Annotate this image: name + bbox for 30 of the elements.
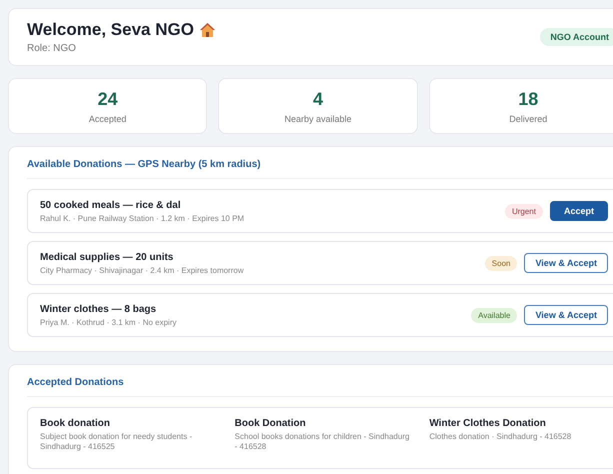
donation-description: Subject book donation for needy students - Sindhadurg - 416525 — [40, 432, 194, 452]
donation-description: Clothes donation · Sindhadurg - 416528 — [429, 432, 572, 442]
section-title: Available Donations — GPS Nearby (5 km radius) — [27, 159, 613, 179]
stat-label: Nearby available — [284, 114, 352, 124]
stat-value: 4 — [312, 88, 323, 110]
donation-description: School books donations for children - Sindhadurg - 416528 — [234, 432, 410, 452]
donation-details: Priya M. · Kothrud · 3.1 km · No expiry — [40, 318, 176, 326]
donation-details: Rahul K. · Pune Railway Station · 1.2 km · Expires 10 PM — [40, 214, 244, 222]
welcome-title: Welcome, Seva NGO — [27, 20, 194, 40]
accept-button[interactable]: Accept — [550, 201, 608, 221]
status-badge: Urgent — [504, 204, 543, 218]
stat-value: 18 — [518, 88, 538, 110]
house-icon — [198, 22, 216, 38]
stat-label: Delivered — [509, 114, 548, 124]
donation-details: City Pharmacy · Shivajinagar · 2.4 km · Expires tomorrow — [40, 266, 244, 274]
status-badge: Soon — [484, 256, 518, 270]
status-badge: Available — [471, 308, 518, 322]
stat-value: 24 — [98, 88, 118, 110]
donation-title: Winter Clothes Donation — [429, 418, 547, 429]
donation-title: Medical supplies — 20 units — [40, 252, 174, 262]
donation-title: Book Donation — [234, 418, 307, 429]
accept-button[interactable]: View & Accept — [524, 305, 608, 325]
donation-title: Book donation — [40, 418, 111, 429]
section-title: Accepted Donations — [27, 377, 613, 397]
donation-title: 50 cooked meals — rice & dal — [40, 200, 182, 210]
stat-label: Accepted — [88, 114, 126, 124]
donation-title: Winter clothes — 8 bags — [40, 304, 158, 314]
accept-button[interactable]: View & Accept — [524, 253, 608, 273]
account-badge: NGO Account — [540, 28, 613, 46]
role-label: Role: NGO — [27, 43, 77, 54]
